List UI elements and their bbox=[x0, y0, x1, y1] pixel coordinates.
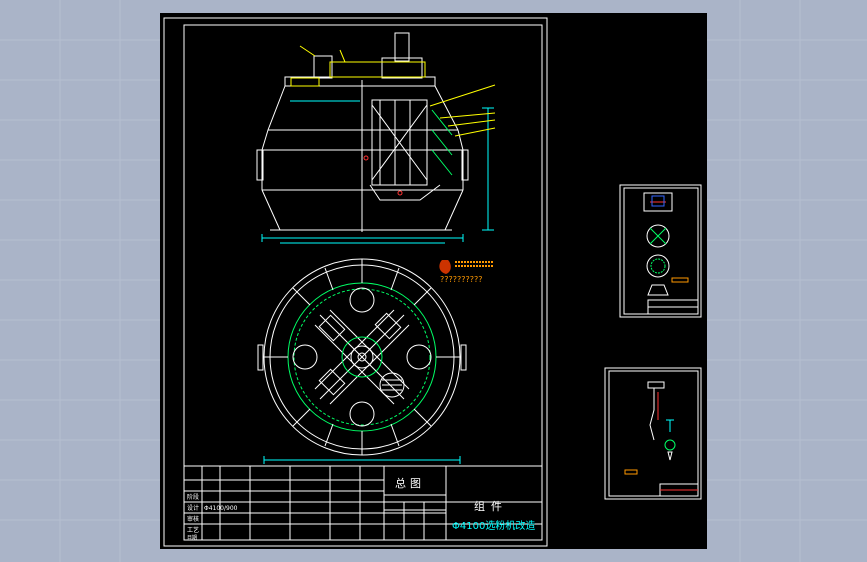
product-name: Φ4100选粉机改造 bbox=[452, 519, 535, 532]
legend-caption: ?????????? bbox=[440, 275, 482, 284]
drawing-canvas[interactable] bbox=[160, 13, 707, 549]
drawing-name: 总图 bbox=[395, 476, 425, 490]
cad-viewer: ?????????? 总图 组件 Φ4100选粉机改造 阶段 设计 审核 工艺 … bbox=[0, 0, 867, 562]
component-label: 组件 bbox=[474, 499, 508, 513]
row-label-process: 工艺 bbox=[187, 526, 199, 534]
row-label-date: 日期 bbox=[187, 535, 197, 541]
row-label-design: 设计 bbox=[187, 504, 199, 512]
row-label-review: 审核 bbox=[187, 515, 199, 523]
row-label-stage: 阶段 bbox=[187, 493, 199, 501]
design-value: Φ4100/900 bbox=[204, 505, 238, 512]
